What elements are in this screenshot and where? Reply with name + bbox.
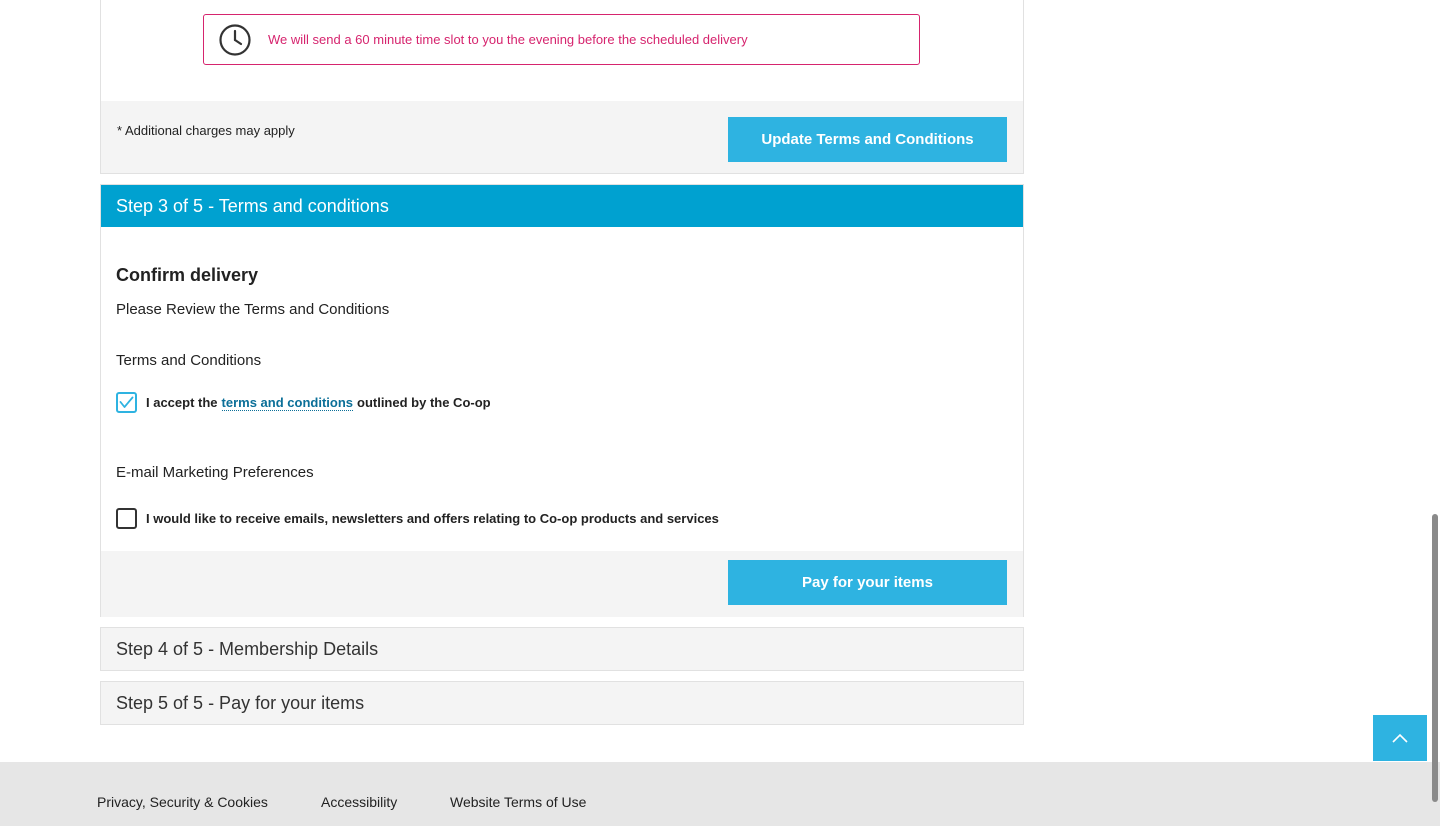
site-footer: Privacy, Security & Cookies Accessibilit… [0, 762, 1440, 826]
checkmark-icon [119, 396, 134, 408]
scrollbar-thumb[interactable] [1432, 514, 1438, 802]
footer-link-terms-of-use[interactable]: Website Terms of Use [450, 794, 586, 810]
clock-icon [219, 23, 251, 56]
accept-terms-row: I accept the terms and conditions outlin… [116, 392, 491, 413]
step2-card: We will send a 60 minute time slot to yo… [100, 0, 1024, 174]
additional-charges-note: * Additional charges may apply [117, 123, 295, 138]
pay-for-items-button[interactable]: Pay for your items [728, 560, 1007, 605]
email-optin-row: I would like to receive emails, newslett… [116, 508, 719, 529]
email-optin-text: I would like to receive emails, newslett… [146, 511, 719, 526]
accept-terms-prefix: I accept the [146, 395, 218, 410]
step5-pay-for-items[interactable]: Step 5 of 5 - Pay for your items [100, 681, 1024, 725]
review-terms-text: Please Review the Terms and Conditions [116, 301, 390, 318]
confirm-delivery-title: Confirm delivery [116, 265, 259, 285]
footer-link-accessibility[interactable]: Accessibility [321, 794, 397, 810]
update-terms-button[interactable]: Update Terms and Conditions [728, 117, 1007, 162]
accept-terms-checkbox[interactable] [116, 392, 137, 413]
delivery-notice-text: We will send a 60 minute time slot to yo… [268, 32, 748, 47]
step3-footer: Pay for your items [101, 551, 1023, 617]
terms-section-label: Terms and Conditions [116, 352, 262, 369]
delivery-time-notice: We will send a 60 minute time slot to yo… [203, 14, 920, 65]
back-to-top-button[interactable] [1373, 715, 1427, 761]
email-optin-checkbox[interactable] [116, 508, 137, 529]
terms-and-conditions-link[interactable]: terms and conditions [221, 395, 353, 411]
chevron-up-icon [1392, 733, 1408, 743]
checkout-page: We will send a 60 minute time slot to yo… [0, 0, 1440, 826]
step3-header[interactable]: Step 3 of 5 - Terms and conditions [101, 185, 1023, 227]
step3-card: Step 3 of 5 - Terms and conditions Confi… [100, 184, 1024, 617]
step4-membership-details[interactable]: Step 4 of 5 - Membership Details [100, 627, 1024, 671]
email-preferences-label: E-mail Marketing Preferences [116, 464, 314, 481]
accept-terms-suffix: outlined by the Co-op [357, 395, 491, 410]
footer-link-privacy[interactable]: Privacy, Security & Cookies [97, 794, 268, 810]
step2-footer: * Additional charges may apply Update Te… [101, 101, 1023, 173]
